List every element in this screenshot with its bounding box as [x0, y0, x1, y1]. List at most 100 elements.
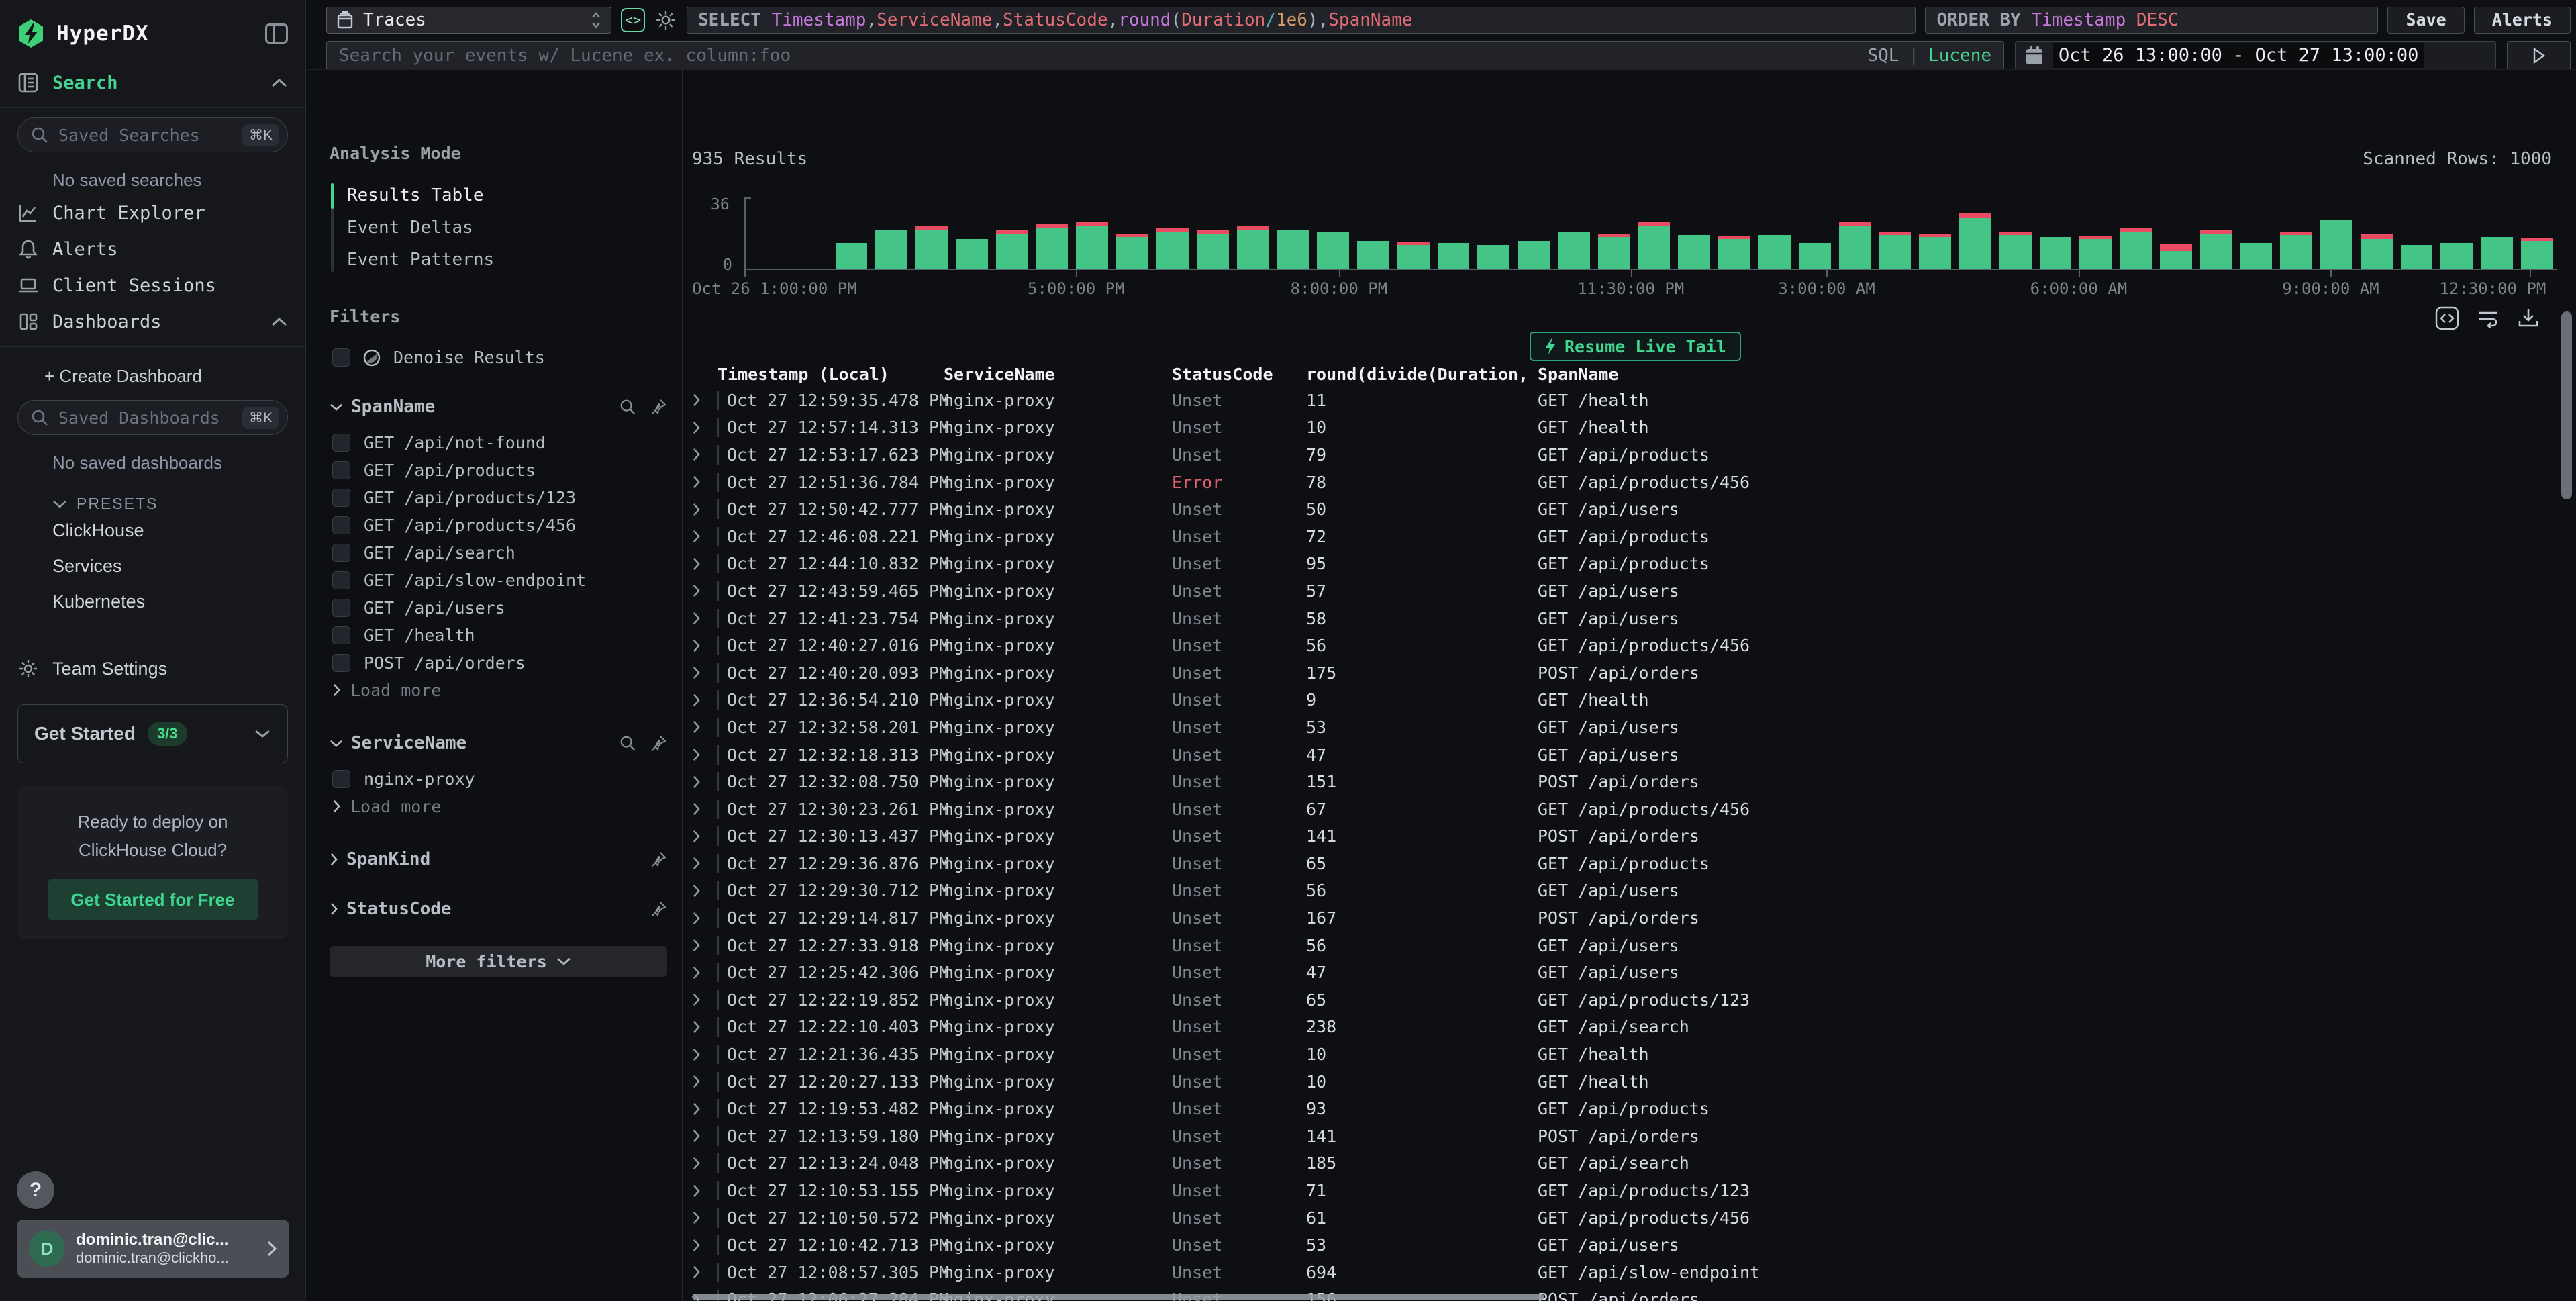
denoise-results-toggle[interactable]: Denoise Results	[330, 348, 667, 367]
row-expand-chevron-icon[interactable]	[692, 393, 717, 407]
horizontal-scrollbar[interactable]	[692, 1294, 1544, 1300]
load-more-button[interactable]: Load more	[330, 793, 667, 820]
histogram-bar[interactable]	[1438, 198, 1470, 269]
table-row[interactable]: Oct 27 12:40:27.016 PMnginx-proxyUnset56…	[692, 632, 2563, 659]
table-row[interactable]: Oct 27 12:22:19.852 PMnginx-proxyUnset65…	[692, 986, 2563, 1014]
checkbox[interactable]	[332, 599, 350, 617]
table-row[interactable]: Oct 27 12:10:42.713 PMnginx-proxyUnset53…	[692, 1231, 2563, 1259]
alerts-button[interactable]: Alerts	[2474, 7, 2571, 34]
checkbox[interactable]	[332, 489, 350, 507]
user-menu[interactable]: D dominic.tran@clic... dominic.tran@clic…	[17, 1220, 289, 1278]
table-row[interactable]: Oct 27 12:59:35.478 PMnginx-proxyUnset11…	[692, 387, 2563, 414]
table-row[interactable]: Oct 27 12:50:42.777 PMnginx-proxyUnset50…	[692, 495, 2563, 523]
sidebar-item-search[interactable]: Search	[0, 64, 305, 101]
save-button[interactable]: Save	[2387, 7, 2464, 34]
histogram-bar[interactable]	[2521, 198, 2553, 269]
toggle-sql[interactable]: SQL	[1867, 46, 1899, 66]
histogram-bar[interactable]	[1678, 198, 1710, 269]
row-expand-chevron-icon[interactable]	[692, 966, 717, 979]
table-row[interactable]: Oct 27 12:30:23.261 PMnginx-proxyUnset67…	[692, 796, 2563, 823]
sidebar-item-dashboards[interactable]: Dashboards	[0, 303, 305, 340]
sidebar-item-chart-explorer[interactable]: Chart Explorer	[0, 195, 305, 231]
help-button[interactable]: ?	[17, 1171, 54, 1209]
get-started-free-button[interactable]: Get Started for Free	[48, 879, 258, 920]
histogram-bar[interactable]	[1076, 198, 1108, 269]
histogram-bar[interactable]	[2481, 198, 2513, 269]
histogram-bar[interactable]	[1959, 198, 1991, 269]
table-row[interactable]: Oct 27 12:20:27.133 PMnginx-proxyUnset10…	[692, 1068, 2563, 1096]
table-row[interactable]: Oct 27 12:32:18.313 PMnginx-proxyUnset47…	[692, 741, 2563, 769]
checkbox[interactable]	[332, 544, 350, 562]
load-more-button[interactable]: Load more	[330, 677, 667, 704]
filter-group-header-servicename[interactable]: ServiceName	[330, 733, 667, 753]
preset-services[interactable]: Services	[0, 548, 305, 584]
preset-kubernetes[interactable]: Kubernetes	[0, 584, 305, 620]
saved-searches-input[interactable]: Saved Searches ⌘K	[17, 117, 288, 152]
row-expand-chevron-icon[interactable]	[692, 612, 717, 625]
histogram-bar[interactable]	[1237, 198, 1269, 269]
checkbox[interactable]	[332, 461, 350, 479]
sidebar-item-client-sessions[interactable]: Client Sessions	[0, 267, 305, 303]
checkbox[interactable]	[332, 516, 350, 534]
pin-icon[interactable]	[650, 734, 667, 752]
histogram-bar[interactable]	[1197, 198, 1229, 269]
get-started-toggle[interactable]: Get Started 3/3	[17, 704, 288, 763]
sql-mode-icon[interactable]: <>	[621, 8, 645, 32]
histogram-bar[interactable]	[2401, 198, 2433, 269]
row-expand-chevron-icon[interactable]	[692, 1239, 717, 1252]
histogram-bar[interactable]	[1879, 198, 1911, 269]
table-row[interactable]: Oct 27 12:08:57.305 PMnginx-proxyUnset69…	[692, 1259, 2563, 1286]
histogram-bar[interactable]	[956, 198, 988, 269]
table-row[interactable]: Oct 27 12:22:10.403 PMnginx-proxyUnset23…	[692, 1014, 2563, 1041]
row-expand-chevron-icon[interactable]	[692, 884, 717, 898]
row-expand-chevron-icon[interactable]	[692, 802, 717, 816]
analysis-mode-results-table[interactable]: Results Table	[347, 179, 667, 211]
histogram-bar[interactable]	[1758, 198, 1791, 269]
row-expand-chevron-icon[interactable]	[692, 720, 717, 734]
checkbox[interactable]	[332, 654, 350, 672]
histogram-bar[interactable]	[1839, 198, 1871, 269]
table-row[interactable]: Oct 27 12:46:08.221 PMnginx-proxyUnset72…	[692, 523, 2563, 550]
row-expand-chevron-icon[interactable]	[692, 1184, 717, 1198]
histogram-bar[interactable]	[875, 198, 907, 269]
row-expand-chevron-icon[interactable]	[692, 475, 717, 489]
row-expand-chevron-icon[interactable]	[692, 912, 717, 925]
histogram-bar[interactable]	[836, 198, 868, 269]
table-row[interactable]: Oct 27 12:10:53.155 PMnginx-proxyUnset71…	[692, 1177, 2563, 1204]
more-filters-button[interactable]: More filters	[330, 946, 667, 977]
histogram-bar[interactable]	[1919, 198, 1951, 269]
table-row[interactable]: Oct 27 12:36:54.210 PMnginx-proxyUnset9G…	[692, 687, 2563, 714]
resume-live-tail-button[interactable]: Resume Live Tail	[1530, 332, 1741, 361]
filter-checkbox-item[interactable]: GET /api/not-found	[330, 429, 667, 456]
checkbox[interactable]	[332, 434, 350, 452]
histogram-bar[interactable]	[1477, 198, 1509, 269]
row-expand-chevron-icon[interactable]	[692, 557, 717, 571]
wrap-text-icon[interactable]	[2477, 308, 2499, 328]
table-row[interactable]: Oct 27 12:32:58.201 PMnginx-proxyUnset53…	[692, 714, 2563, 741]
analysis-mode-event-patterns[interactable]: Event Patterns	[347, 244, 667, 276]
date-range-picker[interactable]: Oct 26 13:00:00 - Oct 27 13:00:00	[2015, 41, 2496, 70]
histogram-bar[interactable]	[2040, 198, 2072, 269]
column-header-timestamp[interactable]: Timestamp (Local)	[717, 365, 944, 384]
presets-toggle[interactable]: PRESETS	[0, 477, 305, 513]
row-expand-chevron-icon[interactable]	[692, 530, 717, 543]
histogram-bar[interactable]	[1799, 198, 1831, 269]
table-row[interactable]: Oct 27 12:40:20.093 PMnginx-proxyUnset17…	[692, 659, 2563, 687]
table-row[interactable]: Oct 27 12:29:36.876 PMnginx-proxyUnset65…	[692, 850, 2563, 877]
table-row[interactable]: Oct 27 12:19:53.482 PMnginx-proxyUnset93…	[692, 1095, 2563, 1122]
create-dashboard-button[interactable]: + Create Dashboard	[0, 354, 305, 391]
filter-checkbox-item[interactable]: GET /api/products	[330, 456, 667, 484]
histogram-bar[interactable]	[2240, 198, 2272, 269]
checkbox[interactable]	[332, 571, 350, 589]
row-expand-chevron-icon[interactable]	[692, 1020, 717, 1034]
table-row[interactable]: Oct 27 12:10:50.572 PMnginx-proxyUnset61…	[692, 1204, 2563, 1232]
table-row[interactable]: Oct 27 12:21:36.435 PMnginx-proxyUnset10…	[692, 1041, 2563, 1068]
table-row[interactable]: Oct 27 12:51:36.784 PMnginx-proxyError78…	[692, 469, 2563, 496]
histogram-bar[interactable]	[2440, 198, 2473, 269]
table-row[interactable]: Oct 27 12:41:23.754 PMnginx-proxyUnset58…	[692, 605, 2563, 632]
filter-checkbox-item[interactable]: nginx-proxy	[330, 765, 667, 793]
histogram-bar[interactable]	[1518, 198, 1550, 269]
source-select[interactable]: Traces	[326, 7, 611, 34]
row-expand-chevron-icon[interactable]	[692, 693, 717, 707]
vertical-scrollbar[interactable]	[2561, 311, 2572, 499]
